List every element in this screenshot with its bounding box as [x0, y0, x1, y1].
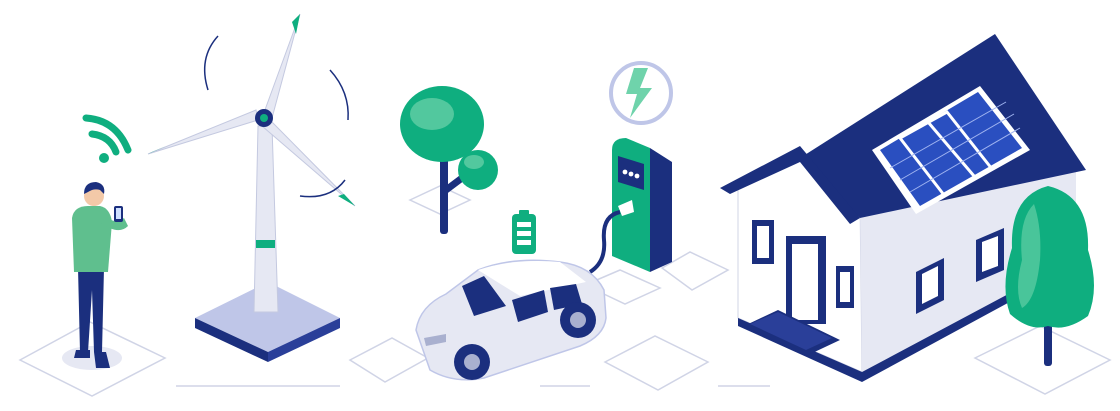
- rotation-lines: [203, 35, 349, 198]
- ground-tile: [603, 335, 710, 391]
- house-window-pane: [840, 272, 850, 302]
- charger-dot: [622, 169, 628, 175]
- tree-crown-highlight: [410, 98, 454, 130]
- turbine-blade-left: [147, 109, 259, 155]
- turbine-blade-right: [261, 119, 356, 207]
- car-hubcap: [570, 312, 586, 328]
- blade-tip: [292, 14, 300, 34]
- charger-dot: [634, 173, 640, 179]
- wind-turbine: [147, 13, 356, 362]
- ground-tile: [348, 337, 430, 383]
- house-window-pane: [757, 226, 769, 258]
- house-door-panel: [792, 244, 818, 320]
- tree-crown-highlight: [464, 155, 484, 169]
- charger-side: [650, 148, 672, 272]
- ev-charger: [588, 138, 672, 274]
- person-shadow: [62, 346, 122, 370]
- person-legs: [78, 268, 104, 352]
- phone-screen: [116, 208, 121, 219]
- illustration-canvas: [18, 13, 1112, 397]
- lightning-icon: [609, 61, 673, 125]
- turbine-tower-band: [256, 240, 275, 248]
- tree-small: [400, 86, 498, 234]
- wifi-icon: [82, 114, 132, 163]
- charger-dot: [628, 171, 634, 177]
- turbine-tower: [253, 125, 279, 313]
- battery-icon: [512, 210, 536, 254]
- car-hubcap: [464, 354, 480, 370]
- blade-tip: [338, 194, 355, 206]
- smart-energy-illustration: [0, 0, 1120, 411]
- turbine-blade-up: [261, 13, 301, 119]
- person: [62, 182, 128, 370]
- ground-tile: [973, 325, 1112, 395]
- house-window-pane: [982, 236, 998, 272]
- person-torso: [72, 206, 112, 272]
- tree-large: [1005, 186, 1094, 366]
- electric-car: [415, 259, 607, 381]
- turbine-hub-center: [260, 114, 268, 122]
